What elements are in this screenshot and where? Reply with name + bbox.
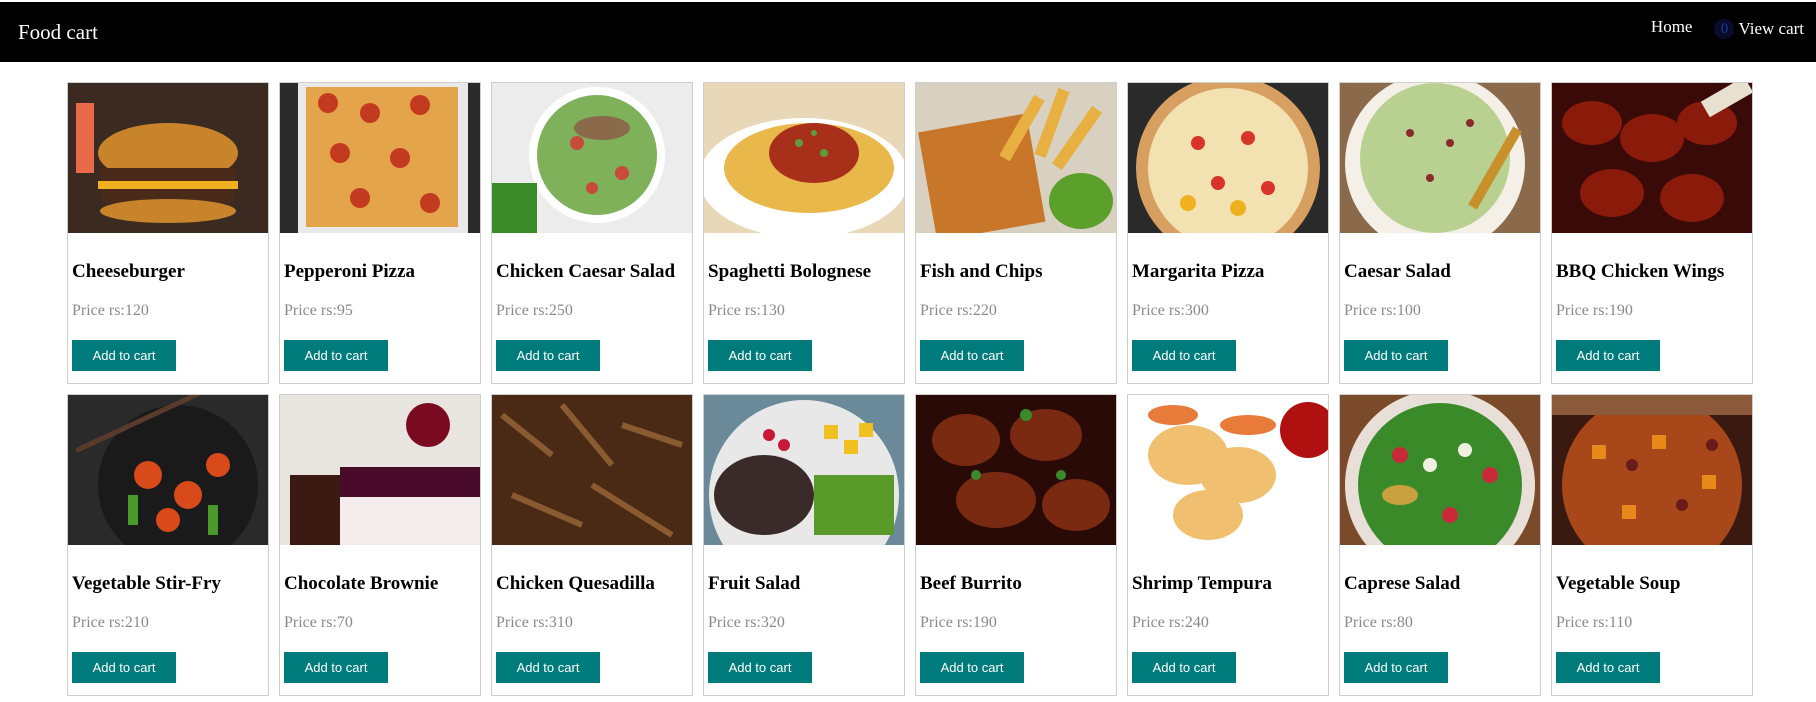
add-to-cart-button[interactable]: Add to cart (496, 652, 600, 683)
brand-title[interactable]: Food cart (18, 20, 98, 45)
add-to-cart-button[interactable]: Add to cart (72, 652, 176, 683)
nav-links: Home 0 View cart (1651, 17, 1804, 39)
product-price: Price rs:320 (708, 614, 785, 631)
product-image[interactable] (704, 395, 904, 545)
product-name: BBQ Chicken Wings (1556, 261, 1725, 282)
product-name: Pepperoni Pizza (284, 261, 416, 282)
product-image[interactable] (916, 395, 1116, 545)
product-card: Chicken Caesar Salad Price rs:250 Add to… (491, 82, 693, 384)
product-price: Price rs:190 (1556, 302, 1633, 319)
view-cart-link[interactable]: 0 View cart (1714, 19, 1804, 39)
product-image[interactable] (68, 83, 268, 233)
add-to-cart-button[interactable]: Add to cart (496, 340, 600, 371)
product-image[interactable] (492, 395, 692, 545)
product-name: Fish and Chips (920, 261, 1043, 282)
add-to-cart-button[interactable]: Add to cart (284, 652, 388, 683)
product-name: Beef Burrito (920, 573, 1022, 594)
product-price: Price rs:210 (72, 614, 149, 631)
product-grid: Cheeseburger Price rs:120 Add to cart Pe… (67, 82, 1753, 696)
product-image[interactable] (280, 395, 480, 545)
add-to-cart-button[interactable]: Add to cart (920, 652, 1024, 683)
product-image[interactable] (1340, 83, 1540, 233)
product-price: Price rs:100 (1344, 302, 1421, 319)
product-card: Cheeseburger Price rs:120 Add to cart (67, 82, 269, 384)
product-card: Shrimp Tempura Price rs:240 Add to cart (1127, 394, 1329, 696)
add-to-cart-button[interactable]: Add to cart (1344, 340, 1448, 371)
product-name: Spaghetti Bolognese (708, 261, 872, 282)
nav-home-link[interactable]: Home (1651, 17, 1693, 37)
add-to-cart-button[interactable]: Add to cart (708, 340, 812, 371)
product-price: Price rs:120 (72, 302, 149, 319)
product-image[interactable] (68, 395, 268, 545)
product-card: Fish and Chips Price rs:220 Add to cart (915, 82, 1117, 384)
product-name: Chicken Caesar Salad (496, 261, 676, 282)
product-image[interactable] (1552, 83, 1752, 233)
product-image[interactable] (492, 83, 692, 233)
add-to-cart-button[interactable]: Add to cart (1132, 652, 1236, 683)
product-name: Fruit Salad (708, 573, 801, 594)
product-card: Chicken Quesadilla Price rs:310 Add to c… (491, 394, 693, 696)
product-card: BBQ Chicken Wings Price rs:190 Add to ca… (1551, 82, 1753, 384)
product-price: Price rs:300 (1132, 302, 1209, 319)
product-name: Caprese Salad (1344, 573, 1461, 594)
add-to-cart-button[interactable]: Add to cart (1556, 340, 1660, 371)
product-price: Price rs:310 (496, 614, 573, 631)
product-image[interactable] (280, 83, 480, 233)
product-card: Vegetable Stir-Fry Price rs:210 Add to c… (67, 394, 269, 696)
add-to-cart-button[interactable]: Add to cart (920, 340, 1024, 371)
navbar: Food cart Home 0 View cart (0, 2, 1816, 62)
product-name: Margarita Pizza (1132, 261, 1265, 282)
product-card: Fruit Salad Price rs:320 Add to cart (703, 394, 905, 696)
product-card: Vegetable Soup Price rs:110 Add to cart (1551, 394, 1753, 696)
product-price: Price rs:130 (708, 302, 785, 319)
add-to-cart-button[interactable]: Add to cart (284, 340, 388, 371)
add-to-cart-button[interactable]: Add to cart (708, 652, 812, 683)
product-card: Spaghetti Bolognese Price rs:130 Add to … (703, 82, 905, 384)
product-price: Price rs:190 (920, 614, 997, 631)
product-image[interactable] (1552, 395, 1752, 545)
add-to-cart-button[interactable]: Add to cart (1344, 652, 1448, 683)
view-cart-label: View cart (1738, 19, 1804, 38)
product-name: Shrimp Tempura (1132, 573, 1272, 594)
product-image[interactable] (1128, 83, 1328, 233)
product-price: Price rs:110 (1556, 614, 1633, 631)
product-price: Price rs:240 (1132, 614, 1209, 631)
product-price: Price rs:250 (496, 302, 573, 319)
product-price: Price rs:80 (1344, 614, 1413, 631)
product-price: Price rs:220 (920, 302, 997, 319)
add-to-cart-button[interactable]: Add to cart (72, 340, 176, 371)
cart-count-badge: 0 (1714, 19, 1735, 39)
product-card: Beef Burrito Price rs:190 Add to cart (915, 394, 1117, 696)
product-image[interactable] (1340, 395, 1540, 545)
product-card: Pepperoni Pizza Price rs:95 Add to cart (279, 82, 481, 384)
product-name: Chocolate Brownie (284, 573, 439, 594)
product-name: Vegetable Stir-Fry (72, 573, 221, 594)
product-image[interactable] (1128, 395, 1328, 545)
add-to-cart-button[interactable]: Add to cart (1556, 652, 1660, 683)
product-price: Price rs:95 (284, 302, 353, 319)
product-card: Caprese Salad Price rs:80 Add to cart (1339, 394, 1541, 696)
product-card: Caesar Salad Price rs:100 Add to cart (1339, 82, 1541, 384)
product-image[interactable] (916, 83, 1116, 233)
product-card: Margarita Pizza Price rs:300 Add to cart (1127, 82, 1329, 384)
product-card: Chocolate Brownie Price rs:70 Add to car… (279, 394, 481, 696)
product-name: Cheeseburger (72, 261, 185, 282)
product-price: Price rs:70 (284, 614, 353, 631)
product-name: Chicken Quesadilla (496, 573, 655, 594)
add-to-cart-button[interactable]: Add to cart (1132, 340, 1236, 371)
product-name: Caesar Salad (1344, 261, 1451, 282)
product-image[interactable] (704, 83, 904, 233)
product-name: Vegetable Soup (1556, 573, 1681, 594)
